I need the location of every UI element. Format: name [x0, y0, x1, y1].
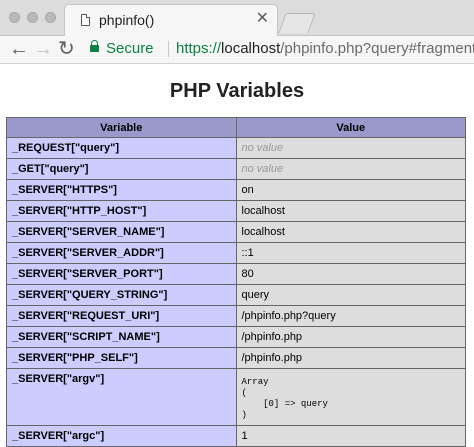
table-row: _SERVER["REQUEST_URI"] /phpinfo.php?query	[6, 305, 466, 327]
variable-value-cell: /phpinfo.php	[235, 326, 466, 348]
browser-toolbar: ← → ↻ Secure https://localhost/phpinfo.p…	[0, 36, 474, 64]
variable-value-cell: 1	[235, 425, 466, 447]
value-text: 1	[241, 430, 248, 442]
tab-phpinfo[interactable]: phpinfo() ✕	[64, 4, 278, 36]
url-text[interactable]: https://localhost/phpinfo.php?query#frag…	[176, 37, 474, 61]
table-row: _SERVER["QUERY_STRING"] query	[6, 284, 466, 306]
variable-name-cell: _GET["query"]	[6, 158, 237, 180]
window-titlebar: phpinfo() ✕	[0, 0, 474, 36]
zoom-window-button[interactable]	[45, 12, 56, 23]
column-header-variable: Variable	[6, 117, 237, 138]
minimize-window-button[interactable]	[27, 12, 38, 23]
url-scheme: https://	[176, 40, 222, 57]
tab-title: phpinfo()	[99, 12, 155, 28]
new-tab-button[interactable]	[278, 13, 316, 33]
variable-name-cell: _SERVER["SERVER_NAME"]	[6, 221, 237, 243]
table-row: _SERVER["HTTP_HOST"] localhost	[6, 200, 466, 222]
variable-value-cell: no value	[235, 137, 466, 159]
address-separator	[168, 41, 169, 57]
back-arrow-icon[interactable]: ←	[9, 37, 29, 61]
variable-value-cell: Array ( [0] => query )	[235, 368, 466, 426]
variable-name-cell: _SERVER["PHP_SELF"]	[6, 347, 237, 369]
secure-label: Secure	[106, 40, 154, 57]
value-text: query	[241, 289, 270, 301]
variable-name-cell: _SERVER["SCRIPT_NAME"]	[6, 326, 237, 348]
value-text: ::1	[241, 247, 254, 259]
variable-name-cell: _SERVER["argv"]	[6, 368, 237, 426]
no-value-text: no value	[241, 142, 284, 154]
value-text: localhost	[241, 226, 285, 238]
variable-value-cell: ::1	[235, 242, 466, 264]
page-icon	[81, 14, 90, 26]
table-row: _REQUEST["query"] no value	[6, 137, 466, 159]
table-row: _SERVER["SERVER_NAME"] localhost	[6, 221, 466, 243]
close-window-button[interactable]	[9, 12, 20, 23]
variable-name-cell: _SERVER["REQUEST_URI"]	[6, 305, 237, 327]
variable-name-cell: _SERVER["HTTPS"]	[6, 179, 237, 201]
value-text: localhost	[241, 205, 285, 217]
table-row: _SERVER["HTTPS"] on	[6, 179, 466, 201]
value-text: 80	[241, 268, 254, 280]
forward-arrow-icon[interactable]: →	[33, 37, 53, 61]
table-row: _SERVER["SCRIPT_NAME"] /phpinfo.php	[6, 326, 466, 348]
value-text: /phpinfo.php?query	[241, 310, 336, 322]
variable-name-cell: _SERVER["SERVER_PORT"]	[6, 263, 237, 285]
close-icon[interactable]: ✕	[256, 10, 269, 28]
variable-name-cell: _SERVER["SERVER_ADDR"]	[6, 242, 237, 264]
table-header-row: Variable Value	[6, 117, 466, 138]
variable-name-cell: _SERVER["QUERY_STRING"]	[6, 284, 237, 306]
variable-name-cell: _REQUEST["query"]	[6, 137, 237, 159]
page-title: PHP Variables	[169, 80, 305, 102]
table-row: _SERVER["argc"] 1	[6, 425, 466, 447]
no-value-text: no value	[241, 163, 284, 175]
table-row: _SERVER["argv"] Array ( [0] => query )	[6, 368, 466, 426]
php-variables-table: Variable Value _REQUEST["query"] no value…	[6, 117, 466, 447]
value-text: /phpinfo.php	[241, 352, 303, 364]
column-header-value: Value	[235, 117, 466, 138]
variable-value-cell: on	[235, 179, 466, 201]
url-path: /phpinfo.php?query#fragment	[280, 40, 474, 57]
variable-value-cell: localhost	[235, 221, 466, 243]
variable-value-cell: 80	[235, 263, 466, 285]
variable-value-cell: /phpinfo.php	[235, 347, 466, 369]
value-text: /phpinfo.php	[241, 331, 303, 343]
variable-value-cell: no value	[235, 158, 466, 180]
table-row: _SERVER["SERVER_ADDR"]::1	[6, 242, 466, 264]
variable-value-cell: /phpinfo.php?query	[235, 305, 466, 327]
value-text: on	[241, 184, 254, 196]
address-bar[interactable]: Secure https://localhost/phpinfo.php?que…	[82, 37, 474, 61]
array-dump: Array ( [0] => query )	[241, 377, 328, 420]
lock-icon	[90, 40, 99, 52]
reload-icon[interactable]: ↻	[58, 37, 75, 61]
variable-name-cell: _SERVER["HTTP_HOST"]	[6, 200, 237, 222]
table-row: _SERVER["PHP_SELF"] /phpinfo.php	[6, 347, 466, 369]
variable-value-cell: query	[235, 284, 466, 306]
variable-value-cell: localhost	[235, 200, 466, 222]
url-host: localhost	[221, 40, 281, 57]
table-row: _SERVER["SERVER_PORT"] 80	[6, 263, 466, 285]
variable-name-cell: _SERVER["argc"]	[6, 425, 237, 447]
table-row: _GET["query"] no value	[6, 158, 466, 180]
